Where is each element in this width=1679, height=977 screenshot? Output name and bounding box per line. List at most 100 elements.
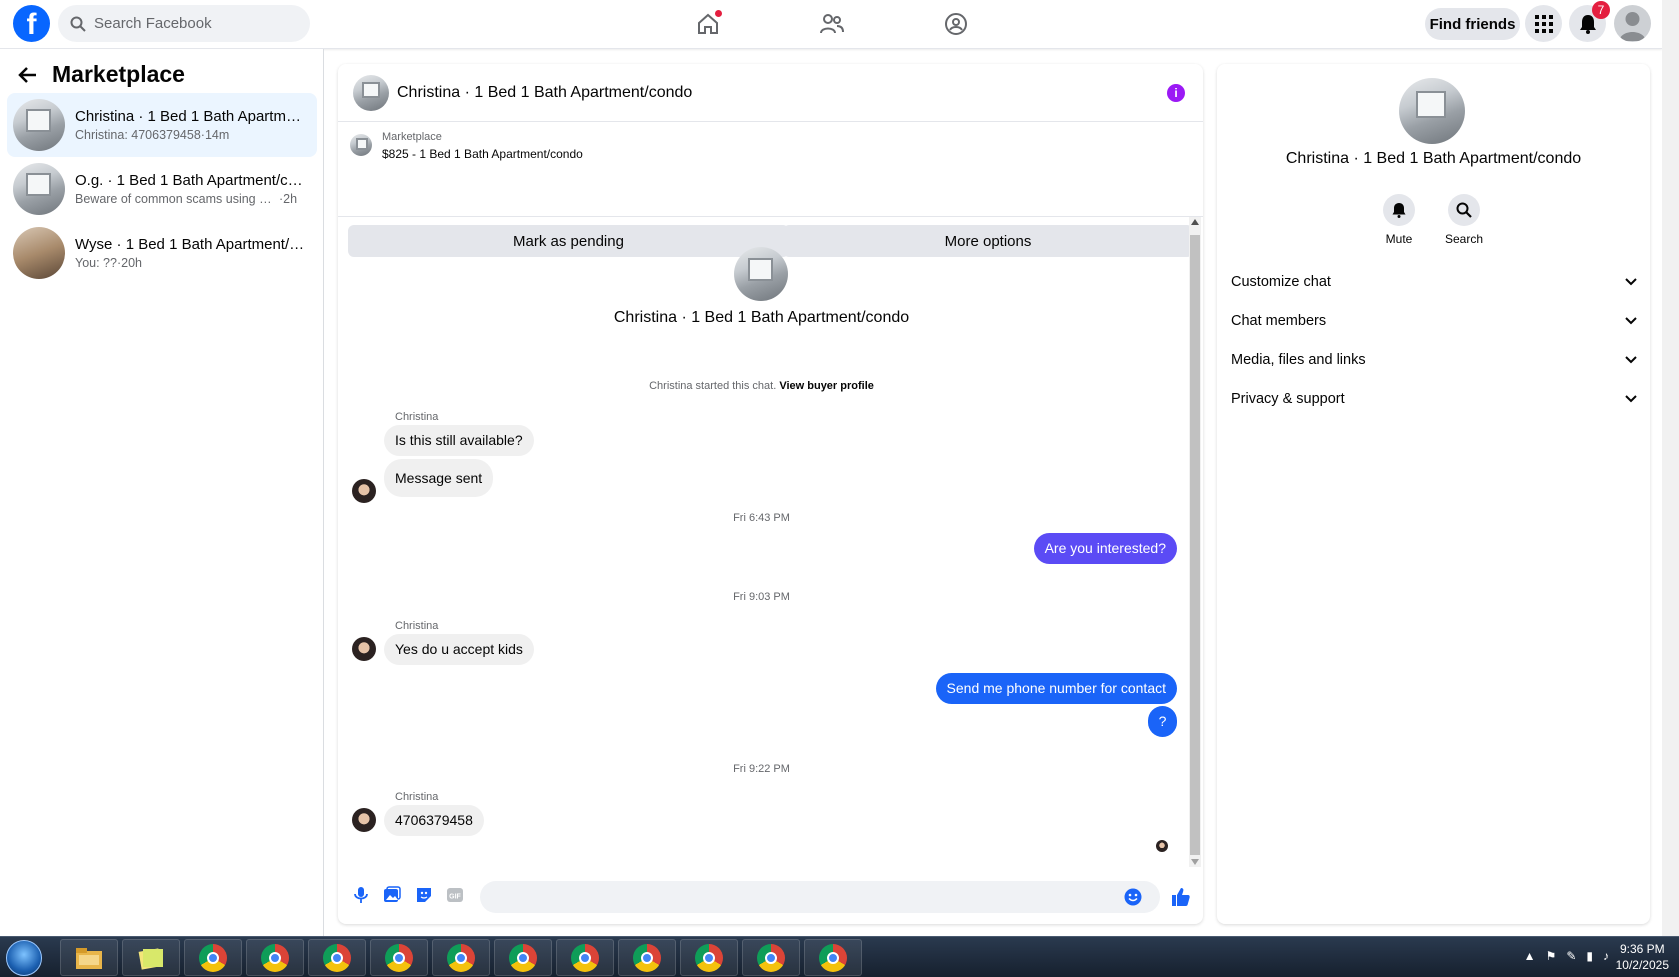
message-bubble: Is this still available? — [384, 425, 534, 456]
message-bubble: Message sent — [384, 459, 494, 497]
mute-button[interactable]: Mute — [1369, 194, 1429, 246]
search-icon — [1456, 202, 1472, 218]
svg-text:GIF: GIF — [449, 894, 461, 901]
conversation-time: ·20h — [116, 256, 142, 270]
scroll-up-arrow-icon[interactable] — [1191, 219, 1199, 225]
info-icon[interactable]: i — [1167, 84, 1185, 102]
listing-small-thumbnail[interactable] — [350, 134, 372, 156]
chrome-taskbar-icon[interactable] — [742, 939, 800, 976]
my-message-bubble: Are you interested? — [1033, 533, 1177, 564]
search-icon — [70, 16, 86, 32]
thumbs-up-icon[interactable] — [1171, 887, 1191, 907]
conversation-item[interactable]: O.g. · 1 Bed 1 Bath Apartment/con... Bew… — [7, 157, 317, 221]
row-label: Media, files and links — [1231, 352, 1366, 368]
my-message-bubble: ? — [1148, 706, 1177, 737]
chat-scrollbar[interactable] — [1189, 217, 1201, 867]
message-sender: Christina — [395, 791, 439, 803]
chat-header: Christina · 1 Bed 1 Bath Apartment/condo… — [338, 64, 1203, 122]
listing-label: Marketplace — [382, 131, 442, 143]
details-name: Christina · 1 Bed 1 Bath Apartment/condo — [1285, 150, 1582, 167]
media-files-links-row[interactable]: Media, files and links — [1231, 343, 1637, 377]
sticky-notes-taskbar-icon[interactable] — [122, 939, 180, 976]
chrome-taskbar-icon[interactable] — [804, 939, 862, 976]
clock-time: 9:36 PM — [1619, 942, 1665, 956]
chrome-taskbar-icon[interactable] — [680, 939, 738, 976]
chat-scrollbar-thumb[interactable] — [1190, 235, 1200, 855]
photo-icon[interactable] — [383, 886, 401, 904]
row-label: Privacy & support — [1231, 391, 1345, 407]
start-button-icon[interactable] — [6, 940, 42, 976]
chrome-taskbar-icon[interactable] — [556, 939, 614, 976]
message-bubble: 4706379458 — [384, 805, 484, 836]
conversation-time: ·2h — [279, 192, 298, 206]
scroll-down-arrow-icon[interactable] — [1191, 859, 1199, 865]
notifications-bell-icon[interactable]: 7 — [1569, 1, 1610, 42]
my-message-bubble: Send me phone number for contact — [935, 673, 1177, 704]
conversations-sidebar: Marketplace Christina · 1 Bed 1 Bath Apa… — [0, 49, 324, 936]
volume-icon[interactable]: ♪ — [1603, 949, 1609, 963]
listing-price[interactable]: $825 - 1 Bed 1 Bath Apartment/condo — [382, 147, 583, 161]
sidebar-title: Marketplace — [52, 61, 185, 87]
conversation-time: ·14m — [200, 128, 230, 142]
chrome-taskbar-icon[interactable] — [308, 939, 366, 976]
conversation-snippet: Beware of common scams using pay... — [75, 192, 275, 206]
facebook-logo-icon[interactable]: f — [13, 5, 50, 42]
search-label: Search — [1444, 232, 1484, 246]
chat-panel: Christina · 1 Bed 1 Bath Apartment/condo… — [338, 64, 1203, 924]
groups-icon[interactable] — [941, 10, 971, 38]
conversation-snippet: You: ?? — [75, 256, 117, 270]
chevron-down-icon — [1625, 395, 1637, 403]
chrome-taskbar-icon[interactable] — [618, 939, 676, 976]
chat-listing-thumbnail[interactable] — [353, 74, 389, 111]
conversation-item[interactable]: Christina · 1 Bed 1 Bath Apartment... Ch… — [7, 93, 317, 157]
tray-expand-icon[interactable]: ▲ — [1524, 949, 1536, 963]
friends-icon[interactable] — [817, 10, 847, 38]
sidebar-header: Marketplace — [18, 61, 185, 88]
search-input[interactable]: Search Facebook — [58, 5, 310, 42]
windows-taskbar: ▲ ⚑ ✎ ▮ ♪ 9:36 PM 10/2/2025 — [0, 936, 1679, 977]
timestamp: Fri 6:43 PM — [733, 512, 790, 524]
page-scrollbar[interactable] — [1662, 0, 1679, 936]
find-friends-button[interactable]: Find friends — [1425, 8, 1520, 40]
chat-members-row[interactable]: Chat members — [1231, 304, 1637, 338]
profile-avatar[interactable] — [1614, 5, 1651, 42]
gif-icon[interactable]: GIF — [446, 886, 464, 904]
chat-title[interactable]: Christina · 1 Bed 1 Bath Apartment/condo — [397, 84, 692, 102]
chrome-taskbar-icon[interactable] — [432, 939, 490, 976]
emoji-icon[interactable] — [1124, 888, 1142, 906]
view-buyer-profile-link[interactable]: View buyer profile — [779, 380, 874, 392]
file-explorer-taskbar-icon[interactable] — [60, 939, 118, 976]
search-conversation-button[interactable]: Search — [1434, 194, 1494, 246]
sender-avatar — [352, 808, 376, 832]
system-tray: ▲ ⚑ ✎ ▮ ♪ — [1524, 949, 1609, 963]
sender-avatar — [352, 637, 376, 661]
chrome-taskbar-icon[interactable] — [246, 939, 304, 976]
conversation-name: O.g. · 1 Bed 1 Bath Apartment/con... — [75, 172, 305, 189]
message-sender: Christina — [395, 620, 439, 632]
chrome-taskbar-icon[interactable] — [184, 939, 242, 976]
conversation-item[interactable]: Wyse · 1 Bed 1 Bath Apartment/co... You:… — [7, 221, 317, 285]
message-list: Christina · 1 Bed 1 Bath Apartment/condo… — [338, 217, 1203, 867]
conversation-details-panel: Christina · 1 Bed 1 Bath Apartment/condo… — [1217, 64, 1650, 924]
system-clock[interactable]: 9:36 PM 10/2/2025 — [1616, 941, 1669, 973]
network-signal-icon[interactable]: ▮ — [1586, 949, 1593, 963]
chevron-down-icon — [1625, 356, 1637, 364]
pen-icon[interactable]: ✎ — [1566, 949, 1576, 963]
sender-avatar — [352, 479, 376, 503]
microphone-icon[interactable] — [352, 886, 370, 904]
chrome-taskbar-icon[interactable] — [370, 939, 428, 976]
customize-chat-row[interactable]: Customize chat — [1231, 265, 1637, 299]
chat-started-text: Christina started this chat. View buyer … — [649, 380, 874, 392]
action-center-flag-icon[interactable]: ⚑ — [1546, 949, 1557, 963]
search-placeholder: Search Facebook — [94, 15, 212, 32]
bell-icon — [1392, 203, 1406, 218]
privacy-support-row[interactable]: Privacy & support — [1231, 382, 1637, 416]
sticker-icon[interactable] — [415, 886, 433, 904]
home-icon[interactable] — [693, 10, 723, 38]
details-listing-thumbnail[interactable] — [1399, 78, 1465, 144]
chrome-taskbar-icon[interactable] — [494, 939, 552, 976]
listing-thumbnail — [13, 163, 65, 215]
menu-grid-icon[interactable] — [1525, 5, 1562, 42]
back-arrow-icon[interactable] — [18, 65, 38, 85]
message-input[interactable] — [480, 881, 1160, 913]
